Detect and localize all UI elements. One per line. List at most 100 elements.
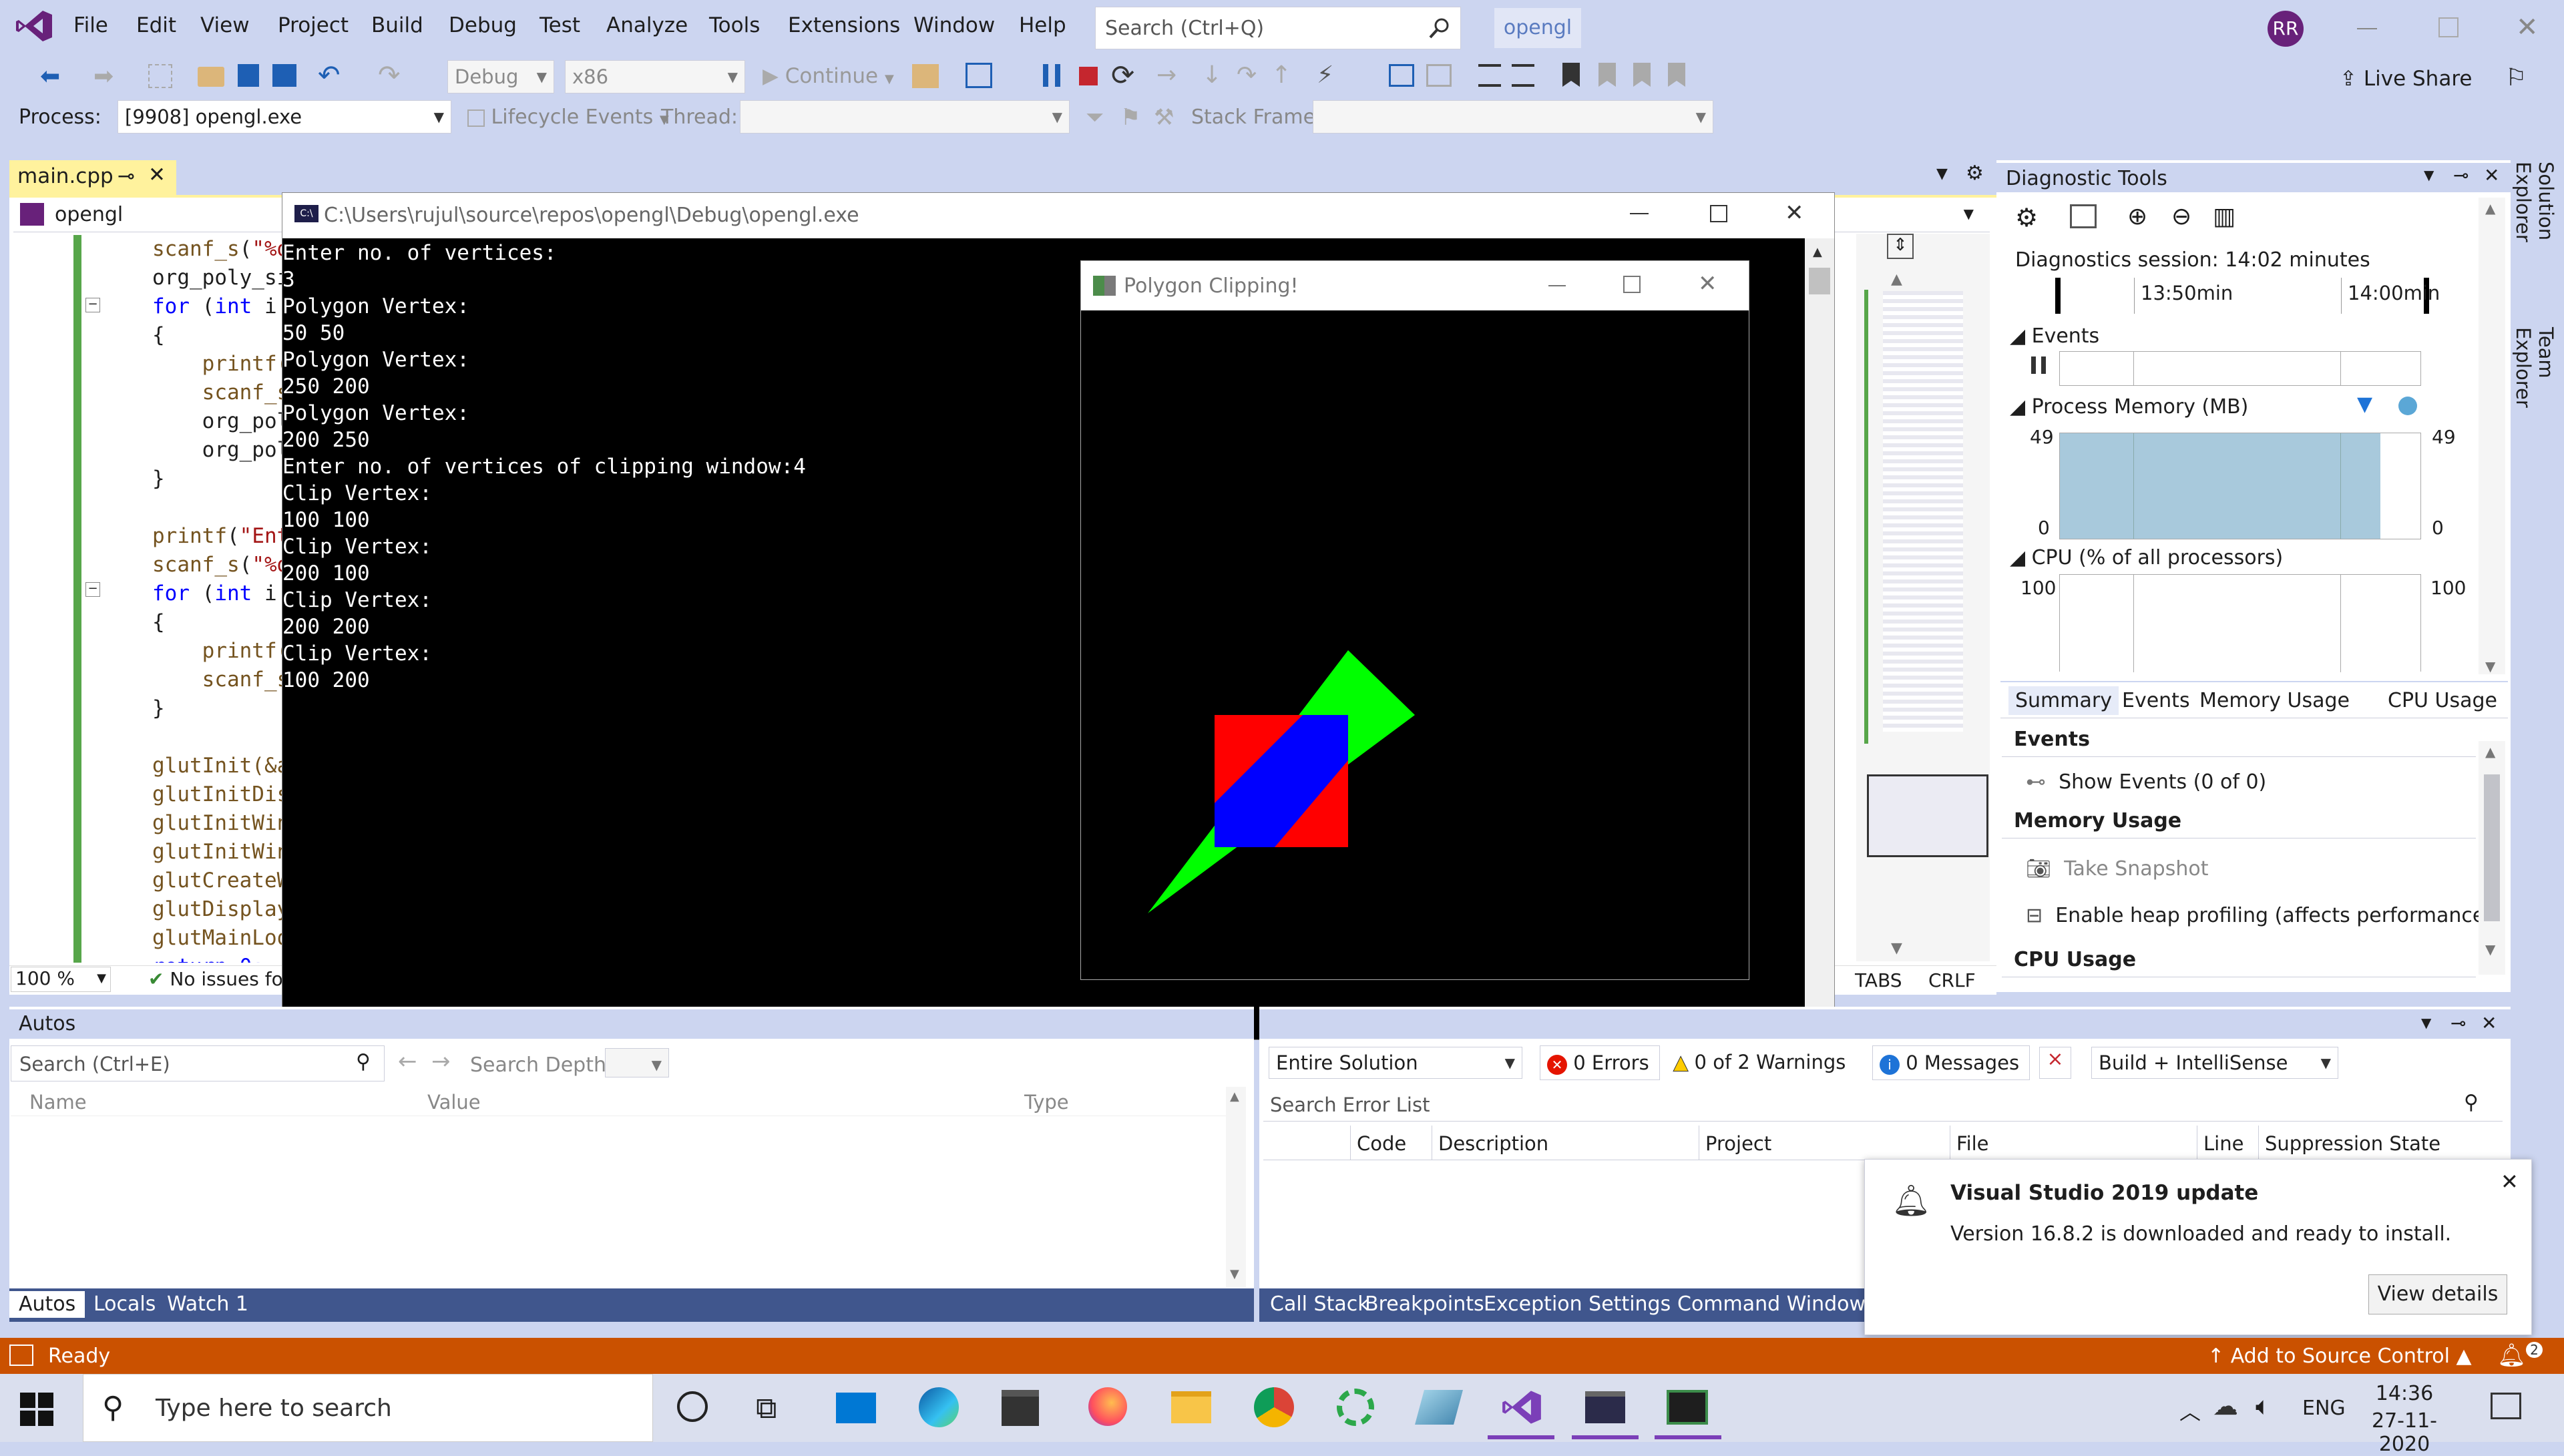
error-col-code[interactable]: Code <box>1357 1132 1406 1155</box>
warnings-filter-button[interactable]: ▲ 0 of 2 Warnings <box>1667 1045 1860 1080</box>
view-details-button[interactable]: View details <box>2368 1274 2507 1314</box>
pin-icon[interactable]: ⊸ <box>118 164 135 188</box>
polygon-clipping-window[interactable]: Polygon Clipping! ✕ <box>1080 260 1749 980</box>
onedrive-icon[interactable]: ☁ <box>2213 1391 2238 1421</box>
menu-view[interactable]: View <box>200 13 250 37</box>
search-input[interactable]: Search (Ctrl+Q) <box>1105 17 1264 40</box>
tab-breakpoints[interactable]: Breakpoints <box>1358 1292 1491 1316</box>
heap-profiling-toggle[interactable]: ⊟ Enable heap profiling (affects perform… <box>2026 904 2493 927</box>
back-icon[interactable]: ⬅ <box>40 63 60 90</box>
step-over-icon[interactable]: ↷ <box>1237 61 1257 89</box>
error-col-description[interactable]: Description <box>1438 1132 1548 1155</box>
lifecycle-events-button[interactable]: Lifecycle Events ▼ <box>467 105 669 129</box>
menu-window[interactable]: Window <box>913 13 995 37</box>
scroll-down-icon[interactable]: ▼ <box>1891 940 1902 957</box>
console-minimize-button[interactable] <box>1630 213 1649 214</box>
diag-tab-cpu-usage[interactable]: CPU Usage <box>2381 686 2504 715</box>
step-into-icon[interactable]: ↓ <box>1202 61 1222 89</box>
code-editor[interactable]: scanf_s("%d org_poly_si for (int i { printf… <box>0 235 287 963</box>
filter-threads-icon[interactable]: ⏷ <box>1086 104 1104 131</box>
build-intellisense-dropdown[interactable]: Build + IntelliSense ▼ <box>2091 1047 2338 1079</box>
undo-icon[interactable]: ↶ <box>318 60 341 91</box>
save-icon[interactable] <box>238 64 259 87</box>
update-notification[interactable]: 🔔︎ Visual Studio 2019 update Version 16.… <box>1864 1159 2532 1335</box>
close-panel-icon[interactable]: ✕ <box>2484 164 2499 186</box>
start-button[interactable] <box>20 1393 53 1426</box>
live-share-button[interactable]: ⇪ Live Share <box>2340 67 2472 91</box>
menu-build[interactable]: Build <box>371 13 423 37</box>
stop-icon[interactable] <box>1079 67 1098 85</box>
volume-icon[interactable]: 🔈︎ <box>2256 1391 2271 1421</box>
chart-icon[interactable]: ▥ <box>2213 203 2235 230</box>
gl-maximize-button[interactable] <box>1623 276 1641 293</box>
tab-exception-settings[interactable]: Exception Settings <box>1477 1292 1677 1316</box>
close-window-button[interactable]: ✕ <box>2516 12 2539 43</box>
tab-settings-icon[interactable]: ⚙ <box>1966 162 1984 185</box>
error-col-project[interactable]: Project <box>1705 1132 1771 1155</box>
user-avatar[interactable]: RR <box>2268 11 2304 47</box>
pause-icon[interactable] <box>1043 64 1060 87</box>
console-maximize-button[interactable] <box>1710 205 1727 222</box>
flag-thread-icon[interactable]: ⚑ <box>1120 104 1140 131</box>
console-scrollbar[interactable]: ▲ ▼ <box>1805 238 1834 1039</box>
cortana-icon[interactable] <box>677 1391 708 1422</box>
team-explorer-tab[interactable]: Team Explorer <box>2512 327 2557 461</box>
timeline-ruler[interactable]: 13:50min 14:00min <box>2055 278 2440 314</box>
tab-overflow-icon[interactable]: ▼ <box>1936 166 1948 182</box>
redo-icon[interactable]: ↷ <box>378 60 401 91</box>
show-next-statement-icon[interactable]: → <box>1156 61 1177 89</box>
error-col-file[interactable]: File <box>1956 1132 1989 1155</box>
search-box[interactable]: Search (Ctrl+Q) <box>1095 7 1461 49</box>
menu-project[interactable]: Project <box>278 13 349 37</box>
diag-tab-events[interactable]: Events <box>2115 686 2197 715</box>
console-taskbar-icon[interactable] <box>1585 1391 1625 1423</box>
step-out-icon[interactable]: ↑ <box>1271 61 1291 89</box>
cpu-section-header[interactable]: ◢ CPU (% of all processors) <box>2010 546 2283 569</box>
split-icon[interactable]: ⇕ <box>1887 234 1914 259</box>
notification-bell-icon[interactable]: 🔔︎ 2 <box>2497 1342 2543 1369</box>
language-indicator[interactable]: ENG <box>2302 1397 2346 1420</box>
pin-icon[interactable]: ⊸ <box>2450 1012 2466 1034</box>
menu-help[interactable]: Help <box>1019 13 1066 37</box>
open-file-icon[interactable] <box>198 67 224 87</box>
configuration-dropdown[interactable]: Debug ▼ <box>447 60 554 93</box>
show-events-link[interactable]: ⊷ Show Events (0 of 0) <box>2026 770 2266 794</box>
feedback-icon[interactable]: ⚐ <box>2505 64 2527 91</box>
forward-icon[interactable]: ➡ <box>93 63 114 90</box>
menu-test[interactable]: Test <box>540 13 580 37</box>
menu-file[interactable]: File <box>73 13 108 37</box>
scrollbar-map[interactable]: ⇕ ▲ ▼ <box>1856 234 1990 961</box>
gl-taskbar-icon[interactable] <box>1667 1390 1708 1425</box>
search-icon[interactable]: ⚲ <box>356 1050 371 1073</box>
settings-gear-icon[interactable]: ⚙ <box>2015 203 2038 232</box>
diag-lower-scrollbar[interactable]: ▲ ▼ <box>2479 741 2505 975</box>
new-project-icon[interactable] <box>148 64 172 88</box>
tabs-mode[interactable]: TABS <box>1855 969 1902 991</box>
threads-icon[interactable] <box>1389 64 1414 87</box>
errors-filter-button[interactable]: ✕ 0 Errors <box>1540 1045 1660 1080</box>
maximize-button[interactable] <box>2438 17 2459 37</box>
platform-dropdown[interactable]: x86 ▼ <box>565 60 745 93</box>
taskbar-search[interactable]: ⚲ Type here to search <box>83 1374 653 1442</box>
zoom-dropdown[interactable]: 100 % ▼ <box>11 967 111 992</box>
error-col-line[interactable]: Line <box>2203 1132 2244 1155</box>
line-ending[interactable]: CRLF <box>1928 969 1976 991</box>
menu-analyze[interactable]: Analyze <box>606 13 688 37</box>
search-depth-dropdown[interactable]: ▼ <box>605 1048 669 1077</box>
tab-watch-1[interactable]: Watch 1 <box>158 1291 258 1318</box>
visual-studio-taskbar-icon[interactable] <box>1501 1387 1542 1427</box>
chrome-icon[interactable] <box>1254 1387 1294 1427</box>
stack-frame-dropdown[interactable]: ▼ <box>1313 100 1713 134</box>
menu-debug[interactable]: Debug <box>449 13 517 37</box>
comment-icon[interactable] <box>1478 64 1501 87</box>
attach-icon[interactable] <box>912 64 939 88</box>
restart-icon[interactable]: ⟳ <box>1111 59 1134 91</box>
stack-icon[interactable] <box>1426 64 1452 87</box>
mail-app-icon[interactable] <box>836 1393 876 1423</box>
edge-icon[interactable] <box>919 1387 959 1427</box>
pin-icon[interactable]: ⊸ <box>2453 164 2469 186</box>
continue-button[interactable]: ▶ Continue ▼ <box>763 64 894 88</box>
firefox-icon[interactable] <box>1088 1387 1127 1426</box>
scroll-up-icon[interactable]: ▲ <box>1891 271 1902 288</box>
process-dropdown[interactable]: [9908] opengl.exe ▼ <box>118 100 451 134</box>
